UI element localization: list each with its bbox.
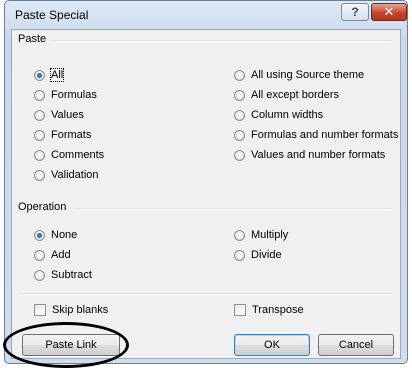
radio-button[interactable] [234,149,245,161]
title-bar: Paste Special ? ✕ [5,1,407,29]
option-label: Multiply [251,229,289,241]
radio-button[interactable] [234,229,245,241]
dialog-body: Paste All Formulas Values Formats Commen… [11,29,401,359]
checkbox-label: Transpose [252,304,304,316]
radio-button[interactable] [234,249,245,261]
option-label: All [49,68,65,82]
option-label: All using Source theme [251,69,365,81]
radio-operation-multiply[interactable]: Multiply [234,227,288,243]
radio-button[interactable] [34,89,45,101]
checkbox-transpose[interactable]: Transpose [234,302,304,318]
radio-operation-divide[interactable]: Divide [234,247,282,263]
button-label: OK [264,339,280,351]
option-label: Comments [51,149,105,161]
radio-button[interactable] [234,109,245,121]
radio-paste-all[interactable]: All [34,67,65,83]
option-label: Divide [251,249,282,261]
radio-button[interactable] [34,229,45,241]
option-label: Values [51,109,84,121]
option-label: Column widths [251,109,324,121]
help-icon: ? [351,5,359,19]
radio-paste-all-source-theme[interactable]: All using Source theme [234,67,364,83]
option-label: Values and number formats [251,149,386,161]
radio-button[interactable] [34,129,45,141]
radio-operation-subtract[interactable]: Subtract [34,267,92,283]
radio-paste-formulas-number-formats[interactable]: Formulas and number formats [234,127,398,143]
checkbox-divider [18,293,392,295]
checkbox-box[interactable] [34,304,46,316]
radio-button[interactable] [234,129,245,141]
close-icon: ✕ [383,4,395,19]
radio-button[interactable] [34,109,45,121]
radio-operation-add[interactable]: Add [34,247,71,263]
radio-paste-validation[interactable]: Validation [34,167,99,183]
checkbox-box[interactable] [234,304,246,316]
radio-paste-formulas[interactable]: Formulas [34,87,97,103]
option-label: Subtract [51,269,92,281]
checkbox-skip-blanks[interactable]: Skip blanks [34,302,108,318]
help-button[interactable]: ? [341,3,369,21]
close-button[interactable]: ✕ [371,3,407,21]
operation-group-label: Operation [18,201,67,213]
option-label: Formats [51,129,92,141]
radio-paste-formats[interactable]: Formats [34,127,91,143]
radio-button[interactable] [34,169,45,181]
option-label: None [51,229,78,241]
button-label: Cancel [338,339,374,351]
cancel-button[interactable]: Cancel [318,334,394,356]
radio-paste-all-except-borders[interactable]: All except borders [234,87,339,103]
paste-group-label: Paste [18,33,47,45]
option-label: Formulas and number formats [251,129,399,141]
paste-group-divider [52,40,392,42]
option-label: All except borders [251,89,340,101]
radio-button[interactable] [234,69,245,81]
radio-paste-column-widths[interactable]: Column widths [234,107,323,123]
radio-button[interactable] [34,149,45,161]
option-label: Add [51,249,71,261]
radio-button[interactable] [34,69,45,81]
option-label: Validation [51,169,99,181]
checkbox-label: Skip blanks [52,304,109,316]
radio-button[interactable] [34,249,45,261]
radio-paste-values[interactable]: Values [34,107,84,123]
radio-paste-comments[interactable]: Comments [34,147,104,163]
radio-button[interactable] [234,89,245,101]
radio-button[interactable] [34,269,45,281]
option-label: Formulas [51,89,97,101]
radio-paste-values-number-formats[interactable]: Values and number formats [234,147,385,163]
ok-button[interactable]: OK [234,334,310,356]
highlight-ellipse-annotation [3,322,129,368]
operation-group-divider [76,208,392,210]
paste-special-dialog: Paste Special ? ✕ Paste All Formulas Val… [4,0,408,364]
radio-operation-none[interactable]: None [34,227,77,243]
dialog-title: Paste Special [15,8,89,22]
